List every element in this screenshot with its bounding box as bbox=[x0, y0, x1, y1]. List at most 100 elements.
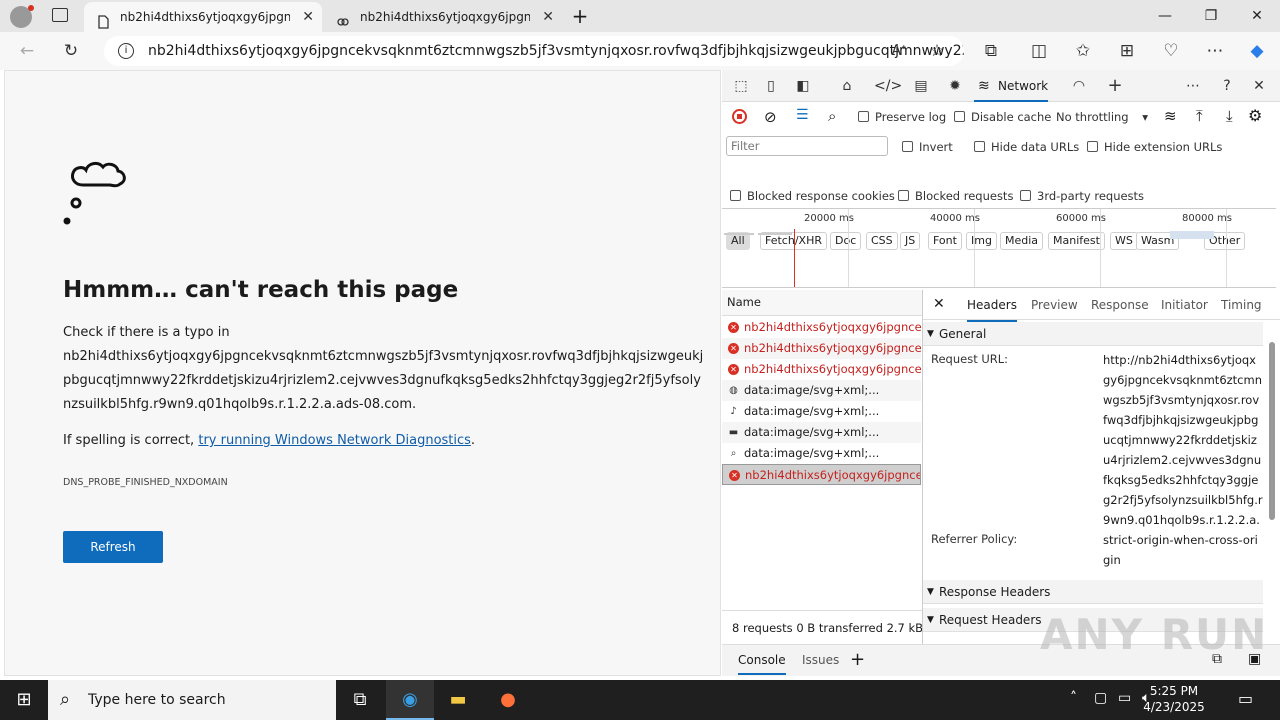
detail-scrollbar[interactable] bbox=[1269, 342, 1275, 520]
throttling-select[interactable]: No throttling ▾ bbox=[1056, 110, 1148, 124]
preserve-log-checkbox[interactable]: Preserve log bbox=[858, 110, 946, 124]
help-icon[interactable]: ? bbox=[1216, 76, 1238, 96]
request-row[interactable]: ◍ data:image/svg+xml;... bbox=[722, 380, 921, 401]
performance-icon[interactable]: ◠ bbox=[1068, 76, 1090, 96]
more-options-icon[interactable]: ⋯ bbox=[1182, 76, 1204, 96]
network-conditions-icon[interactable]: ≋ bbox=[1164, 107, 1177, 125]
tab-headers[interactable]: Headers bbox=[967, 290, 1017, 322]
import-har-icon[interactable]: ⤒ bbox=[1196, 107, 1203, 125]
tab-response[interactable]: Response bbox=[1091, 290, 1149, 320]
network-overview-timeline[interactable]: 20000 ms 40000 ms 60000 ms 80000 ms bbox=[722, 208, 1276, 288]
system-clock[interactable]: 5:25 PM 4/23/2025 bbox=[1134, 683, 1214, 715]
disable-cache-checkbox[interactable]: Disable cache bbox=[954, 110, 1051, 124]
error-code: DNS_PROBE_FINISHED_NXDOMAIN bbox=[63, 477, 228, 488]
request-row[interactable]: ▬ data:image/svg+xml;... bbox=[722, 422, 921, 443]
add-drawer-tab-icon[interactable]: + bbox=[850, 649, 865, 670]
dock-side-icon[interactable]: ◧ bbox=[792, 76, 814, 96]
filter-toggle-icon[interactable]: ☰ bbox=[796, 107, 809, 123]
more-tools-plus-icon[interactable]: + bbox=[1104, 76, 1126, 96]
close-tab-icon[interactable]: ✕ bbox=[302, 2, 314, 32]
request-row[interactable]: ✕ nb2hi4dthixs6ytjoqxgy6jpgnce... bbox=[722, 359, 921, 380]
sources-bug-icon[interactable]: ✹ bbox=[944, 76, 966, 96]
blocked-cookies-checkbox[interactable]: Blocked response cookies bbox=[730, 189, 895, 203]
drawer-tab-issues[interactable]: Issues bbox=[802, 653, 839, 667]
response-headers-section[interactable]: ▼ Response Headers bbox=[923, 580, 1263, 604]
clear-icon[interactable]: ⊘ bbox=[764, 108, 777, 126]
collections-icon[interactable]: ⊞ bbox=[1112, 36, 1142, 66]
hostname-line-3: nzsuilkbl5hfg.r9wn9.q01hqolb9s.r.1.2.2.a… bbox=[63, 397, 417, 412]
extensions-icon[interactable]: ⧉ bbox=[976, 36, 1006, 66]
url-text: nb2hi4dthixs6ytjoqxgy6jpgncekvsqknmt6ztc… bbox=[148, 43, 964, 59]
new-tab-icon[interactable]: + bbox=[568, 4, 592, 28]
third-party-checkbox[interactable]: 3rd-party requests bbox=[1020, 189, 1144, 203]
show-hidden-icons-chevron-icon[interactable]: ˄ bbox=[1070, 690, 1077, 706]
refresh-button[interactable]: Refresh bbox=[63, 531, 163, 563]
address-bar[interactable]: i nb2hi4dthixs6ytjoqxgy6jpgncekvsqknmt6z… bbox=[104, 36, 964, 66]
inspect-element-icon[interactable]: ⬚ bbox=[730, 76, 752, 96]
read-aloud-icon[interactable]: Aᐩ bbox=[884, 36, 914, 66]
settings-more-icon[interactable]: ⋯ bbox=[1200, 36, 1230, 66]
hide-data-urls-checkbox[interactable]: Hide data URLs bbox=[974, 140, 1079, 154]
device-icon[interactable]: ▢ bbox=[1094, 690, 1107, 706]
close-detail-icon[interactable]: ✕ bbox=[933, 296, 945, 312]
invert-checkbox[interactable]: Invert bbox=[902, 140, 953, 154]
network-status-icon[interactable]: ▭ bbox=[1118, 690, 1131, 706]
network-diagnostics-link[interactable]: try running Windows Network Diagnostics bbox=[198, 433, 471, 448]
favorites-icon[interactable]: ✩ bbox=[1068, 36, 1098, 66]
filter-input[interactable]: Filter bbox=[726, 136, 888, 156]
search-icon[interactable]: ⌕ bbox=[828, 107, 836, 125]
console-icon[interactable]: ▤ bbox=[910, 76, 932, 96]
firefox-icon[interactable]: ● bbox=[484, 680, 532, 720]
spelling-text-row: If spelling is correct, try running Wind… bbox=[63, 429, 475, 453]
request-name: nb2hi4dthixs6ytjoqxgy6jpgnce... bbox=[744, 341, 921, 355]
hostname-line-1: nb2hi4dthixs6ytjoqxgy6jpgncekvsqknmt6ztc… bbox=[63, 349, 704, 364]
minimize-icon[interactable]: — bbox=[1142, 0, 1188, 32]
back-icon[interactable]: ← bbox=[12, 36, 42, 66]
elements-icon[interactable]: </> bbox=[874, 76, 902, 96]
tab-preview[interactable]: Preview bbox=[1031, 290, 1078, 320]
welcome-home-icon[interactable]: ⌂ bbox=[836, 76, 858, 96]
request-row[interactable]: ✕ nb2hi4dthixs6ytjoqxgy6jpgnce... bbox=[722, 338, 921, 359]
start-windows-icon[interactable]: ⊞ bbox=[0, 680, 48, 720]
edge-browser-icon[interactable]: ◉ bbox=[386, 680, 434, 720]
name-column-header[interactable]: Name bbox=[722, 290, 922, 316]
notifications-icon[interactable]: ▭ bbox=[1238, 689, 1253, 708]
reload-icon[interactable]: ↻ bbox=[56, 36, 86, 66]
info-icon[interactable]: i bbox=[118, 43, 134, 59]
request-row[interactable]: ⌕ data:image/svg+xml;... bbox=[722, 443, 921, 464]
general-section-header[interactable]: ▼ General bbox=[923, 322, 1263, 346]
request-name: data:image/svg+xml;... bbox=[744, 383, 880, 397]
record-stop-icon[interactable] bbox=[732, 109, 747, 124]
request-row[interactable]: ♪ data:image/svg+xml;... bbox=[722, 401, 921, 422]
tab-2[interactable]: nb2hi4dthixs6ytjoqxgy6jpgncekvsqknmt6ztc… bbox=[324, 2, 562, 32]
tab-actions-icon[interactable] bbox=[52, 8, 68, 22]
request-headers-label: Request Headers bbox=[939, 613, 1042, 627]
request-row[interactable]: ✕ nb2hi4dthixs6ytjoqxgy6jpgnce... bbox=[722, 317, 921, 338]
taskbar-search-input[interactable]: ⌕ Type here to search bbox=[48, 680, 336, 720]
device-emulation-icon[interactable]: ▯ bbox=[760, 76, 782, 96]
favorite-star-icon[interactable]: ☆ bbox=[922, 36, 952, 66]
invert-label: Invert bbox=[919, 140, 953, 154]
tab-network[interactable]: ≋ Network bbox=[974, 70, 1049, 102]
export-har-icon[interactable]: ⤓ bbox=[1226, 107, 1233, 125]
copilot-icon[interactable]: ◆ bbox=[1242, 36, 1272, 66]
close-devtools-icon[interactable]: ✕ bbox=[1248, 76, 1270, 96]
tab-initiator[interactable]: Initiator bbox=[1161, 290, 1208, 320]
split-screen-icon[interactable]: ◫ bbox=[1024, 36, 1054, 66]
drawer-tab-console[interactable]: Console bbox=[738, 653, 786, 675]
network-settings-gear-icon[interactable]: ⚙ bbox=[1248, 106, 1262, 125]
maximize-icon[interactable]: ❐ bbox=[1188, 0, 1234, 32]
close-tab-icon[interactable]: ✕ bbox=[542, 2, 554, 32]
request-detail-pane: ✕ Headers Preview Response Initiator Tim… bbox=[922, 290, 1280, 644]
close-window-icon[interactable]: ✕ bbox=[1234, 0, 1280, 32]
chevron-down-icon: ▾ bbox=[1142, 110, 1149, 124]
hide-extension-urls-checkbox[interactable]: Hide extension URLs bbox=[1087, 140, 1222, 154]
performance-icon[interactable]: ♡ bbox=[1156, 36, 1186, 66]
tab-timing[interactable]: Timing bbox=[1221, 290, 1262, 320]
blocked-requests-checkbox[interactable]: Blocked requests bbox=[898, 189, 1013, 203]
file-explorer-icon[interactable]: ▬ bbox=[434, 680, 482, 720]
tab-1[interactable]: nb2hi4dthixs6ytjoqxgy6jpgncekvsqknmt6ztc… bbox=[84, 2, 322, 32]
task-view-icon[interactable]: ⧉ bbox=[336, 680, 384, 720]
timeline-request-bar bbox=[758, 233, 792, 235]
request-row[interactable]: ✕ nb2hi4dthixs6ytjoqxgy6jpgnce... bbox=[722, 464, 921, 485]
